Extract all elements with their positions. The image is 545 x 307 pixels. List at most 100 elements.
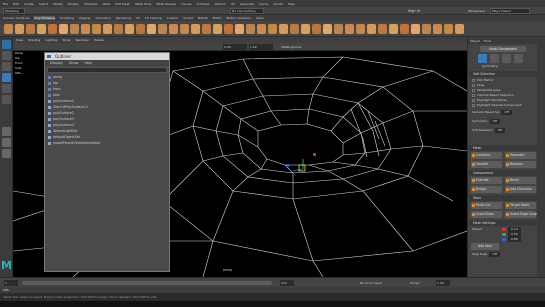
anim-layer-dropdown[interactable]: No Anim Layer [360,280,400,286]
option-checkbox[interactable] [472,94,475,97]
menu-item-edit-mesh[interactable]: Edit Mesh [115,2,130,6]
uv-mode-icon[interactable] [514,54,523,63]
viewport-menu-shading[interactable]: Shading [28,38,40,42]
viewport-menu-renderer[interactable]: Renderer [76,38,90,42]
paint-select-icon[interactable] [2,62,11,71]
menu-item-edit[interactable]: Edit [13,2,19,6]
mesh-setting-value[interactable]: 0.88 [508,237,521,242]
shelf-tool-icon[interactable] [268,24,277,34]
outliner-menu-help[interactable]: Help [84,61,92,65]
live-surface-field[interactable]: No Live Surface [230,8,264,14]
menu-item-arnold[interactable]: Arnold [273,2,283,6]
shelf-tab-xgen[interactable]: XGen [256,16,264,20]
toolkit-tab-tools[interactable]: Tools [484,39,491,43]
shelf-tab-rigging[interactable]: Rigging [79,16,90,20]
shelf-tab-mash[interactable]: MASH [213,16,222,20]
shelf-tool-icon[interactable] [37,24,46,34]
multi-component-button[interactable]: Multi-Component [480,46,526,52]
layout-icon[interactable] [2,149,11,158]
value-field-a[interactable]: 0.00 [223,44,247,50]
shelf-tool-icon[interactable] [191,24,200,34]
option-checkbox[interactable] [472,99,475,102]
multi-cut-button[interactable]: Multi-Cut [471,202,502,209]
shelf-tool-icon[interactable] [4,24,13,34]
viewport-menu-panels[interactable]: Panels [94,38,104,42]
shelf-tab-fx-caching[interactable]: FX Caching [145,16,162,20]
setting-value[interactable]: Off [489,119,500,124]
end-frame-field[interactable]: 120 [280,280,294,286]
shelf-tool-icon[interactable] [367,24,376,34]
add-new-button[interactable]: Add New [471,243,499,250]
outliner-search-input[interactable] [47,67,167,73]
select-tool-icon[interactable] [2,40,11,49]
selection-option[interactable]: Highlight Nearest Component [472,103,522,108]
shelf-tab-bifrost[interactable]: Bifrost [198,16,208,20]
setting-value[interactable]: Off [494,128,506,133]
shelf-tool-icon[interactable] [433,24,442,34]
shelf-tool-icon[interactable] [26,24,35,34]
shelf-tool-icon[interactable] [279,24,288,34]
shelf-tool-icon[interactable] [411,24,420,34]
viewport-menu-view[interactable]: View [16,38,23,42]
range-bar[interactable] [22,281,272,285]
extrude-button[interactable]: Extrude [471,177,502,184]
combine-button[interactable]: Combine [471,152,502,159]
shelf-tool-icon[interactable] [15,24,24,34]
menu-item-create[interactable]: Create [24,2,34,6]
color-swatch[interactable] [502,233,506,236]
bevel-button[interactable]: Bevel [505,177,536,184]
boolean-button[interactable]: Boolean [505,161,536,168]
shelf-tool-icon[interactable] [235,24,244,34]
shelf-tool-icon[interactable] [92,24,101,34]
menu-item-help[interactable]: Help [288,2,295,6]
shelf-tab-animation[interactable]: Animation [95,16,110,20]
outliner-row[interactable]: top [48,81,58,86]
shelf-tool-icon[interactable] [378,24,387,34]
shelf-tool-icon[interactable] [213,24,222,34]
menu-item-generate[interactable]: Generate [240,2,254,6]
outliner-row[interactable]: GlenColPolySurface11 [48,105,88,110]
single-view-icon[interactable] [2,127,11,136]
shelf-tool-icon[interactable] [158,24,167,34]
start-frame-field[interactable]: 1 [4,280,18,286]
menu-item-display[interactable]: Display [68,2,79,6]
bridge-button[interactable]: Bridge [471,186,502,193]
shelf-tool-icon[interactable] [246,24,255,34]
gamma-dropdown[interactable]: sRGB gamma [281,44,311,50]
menu-item-file[interactable]: File [3,2,8,6]
option-checkbox[interactable] [472,84,475,87]
shelf-tool-icon[interactable] [103,24,112,34]
shelf-tool-icon[interactable] [169,24,178,34]
menu-item-mesh-display[interactable]: Mesh Display [156,2,176,6]
components-section-header[interactable]: Components [469,170,537,176]
insert-edge-loop-button[interactable]: Insert Edge Loop [505,211,537,218]
shelf-tool-icon[interactable] [444,24,453,34]
outliner-row[interactable]: defaultLightSet [48,129,77,134]
color-swatch[interactable] [502,228,506,231]
add-divisions-button[interactable]: Add Divisions [505,186,536,193]
menu-item-select[interactable]: Select [39,2,48,6]
shelf-tool-icon[interactable] [334,24,343,34]
shelf-tool-icon[interactable] [290,24,299,34]
fps-dropdown[interactable]: 24 fps [410,280,430,286]
shelf-tool-icon[interactable] [224,24,233,34]
menu-item-curves[interactable]: Curves [181,2,191,6]
shelf-tool-icon[interactable] [136,24,145,34]
shelf-tab-rendering[interactable]: Rendering [116,16,131,20]
shelf-tool-icon[interactable] [455,24,464,34]
shelf-tool-icon[interactable] [114,24,123,34]
color-swatch[interactable] [502,238,506,241]
outliner-row[interactable]: front [48,87,61,92]
shelf-tab-fx[interactable]: FX [136,16,140,20]
outliner-row[interactable]: persp [48,75,62,80]
setting-value[interactable]: Off [501,110,512,115]
outliner-row[interactable]: side [48,93,60,98]
soft-selection-header[interactable]: Soft Selection [469,71,537,77]
outliner-menu-show[interactable]: Show [69,61,78,65]
mesh-settings-header[interactable]: Mesh Settings [469,220,537,226]
shelf-tool-icon[interactable] [81,24,90,34]
value-field-b[interactable]: 1.00 [249,44,273,50]
menu-item-mesh[interactable]: Mesh [103,2,111,6]
shelf-tool-icon[interactable] [59,24,68,34]
vertex-mode-icon[interactable] [478,54,487,63]
